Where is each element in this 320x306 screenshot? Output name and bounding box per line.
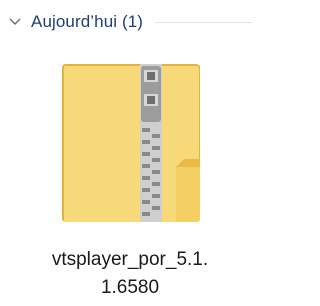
group-divider xyxy=(155,21,252,23)
file-item[interactable]: vtsplayer_por_5.1. 1.6580 xyxy=(14,48,246,302)
chevron-down-icon[interactable] xyxy=(8,15,22,29)
file-name-line2: 1.6580 xyxy=(100,277,160,298)
file-name-line1: vtsplayer_por_5.1. xyxy=(51,249,209,270)
zip-folder-icon xyxy=(58,58,208,228)
group-title: Aujourd’hui (1) xyxy=(31,12,144,31)
file-name[interactable]: vtsplayer_por_5.1. 1.6580 xyxy=(14,246,246,302)
group-header-today[interactable]: Aujourd’hui (1) xyxy=(6,10,256,34)
